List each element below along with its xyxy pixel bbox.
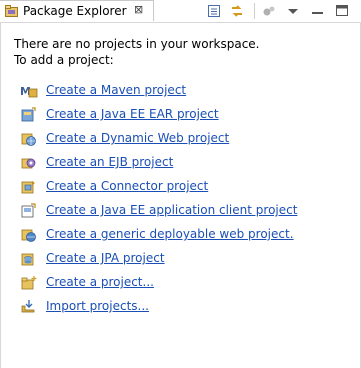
create-app-client-project-link[interactable]: Create a Java EE application client proj… [46, 203, 297, 217]
link-row[interactable]: Import projects... [20, 298, 350, 322]
create-project-links: M Create a Maven project Create a Java E… [20, 82, 350, 322]
maximize-icon[interactable] [334, 3, 350, 19]
create-jpa-project-link[interactable]: Create a JPA project [46, 251, 165, 265]
maven-project-icon: M [20, 85, 38, 98]
ear-project-icon [21, 107, 36, 122]
create-generic-web-project-link[interactable]: Create a generic deployable web project. [46, 227, 294, 241]
left-border [0, 22, 1, 368]
link-row[interactable]: M Create a Maven project [20, 82, 350, 106]
minimize-icon[interactable] [310, 3, 326, 19]
create-dynamic-web-project-link[interactable]: Create a Dynamic Web project [46, 131, 229, 145]
no-projects-message: There are no projects in your workspace. [14, 37, 260, 51]
create-connector-project-link[interactable]: Create a Connector project [46, 179, 208, 193]
package-explorer-view: Package Explorer ⊠ There are no projects… [0, 0, 361, 368]
jpa-project-icon [21, 253, 34, 266]
link-row[interactable]: Create an EJB project [20, 154, 350, 178]
tab-title: Package Explorer [23, 4, 127, 18]
close-icon[interactable]: ⊠ [134, 4, 146, 16]
tab-package-explorer[interactable]: Package Explorer ⊠ [0, 0, 154, 21]
collapse-all-icon[interactable] [206, 3, 222, 19]
focus-icon[interactable] [261, 3, 277, 19]
create-maven-project-link[interactable]: Create a Maven project [46, 83, 186, 97]
ejb-project-icon [21, 158, 36, 169]
import-projects-icon [21, 300, 35, 313]
link-row[interactable]: Create a project... [20, 274, 350, 298]
dynamic-web-project-icon [21, 133, 36, 146]
link-row[interactable]: Create a Dynamic Web project [20, 130, 350, 154]
generic-web-project-icon [21, 229, 36, 242]
view-menu-icon[interactable] [285, 3, 301, 19]
create-ear-project-link[interactable]: Create a Java EE EAR project [46, 107, 219, 121]
link-row[interactable]: Create a Java EE application client proj… [20, 202, 350, 226]
create-ejb-project-link[interactable]: Create an EJB project [46, 155, 173, 169]
package-explorer-icon [5, 5, 18, 17]
link-row[interactable]: Create a generic deployable web project. [20, 226, 350, 250]
app-client-project-icon [21, 203, 36, 218]
view-tab-bar: Package Explorer ⊠ [0, 0, 361, 23]
new-project-icon [21, 276, 37, 290]
link-row[interactable]: Create a Connector project [20, 178, 350, 202]
toolbar-separator [254, 3, 255, 19]
empty-workspace-panel: There are no projects in your workspace.… [14, 36, 354, 313]
link-with-editor-icon[interactable] [229, 3, 245, 19]
link-row[interactable]: Create a Java EE EAR project [20, 106, 350, 130]
create-project-link[interactable]: Create a project... [46, 275, 154, 289]
link-row[interactable]: Create a JPA project [20, 250, 350, 274]
import-projects-link[interactable]: Import projects... [46, 299, 149, 313]
add-project-message: To add a project: [14, 53, 114, 67]
connector-project-icon [21, 181, 35, 194]
